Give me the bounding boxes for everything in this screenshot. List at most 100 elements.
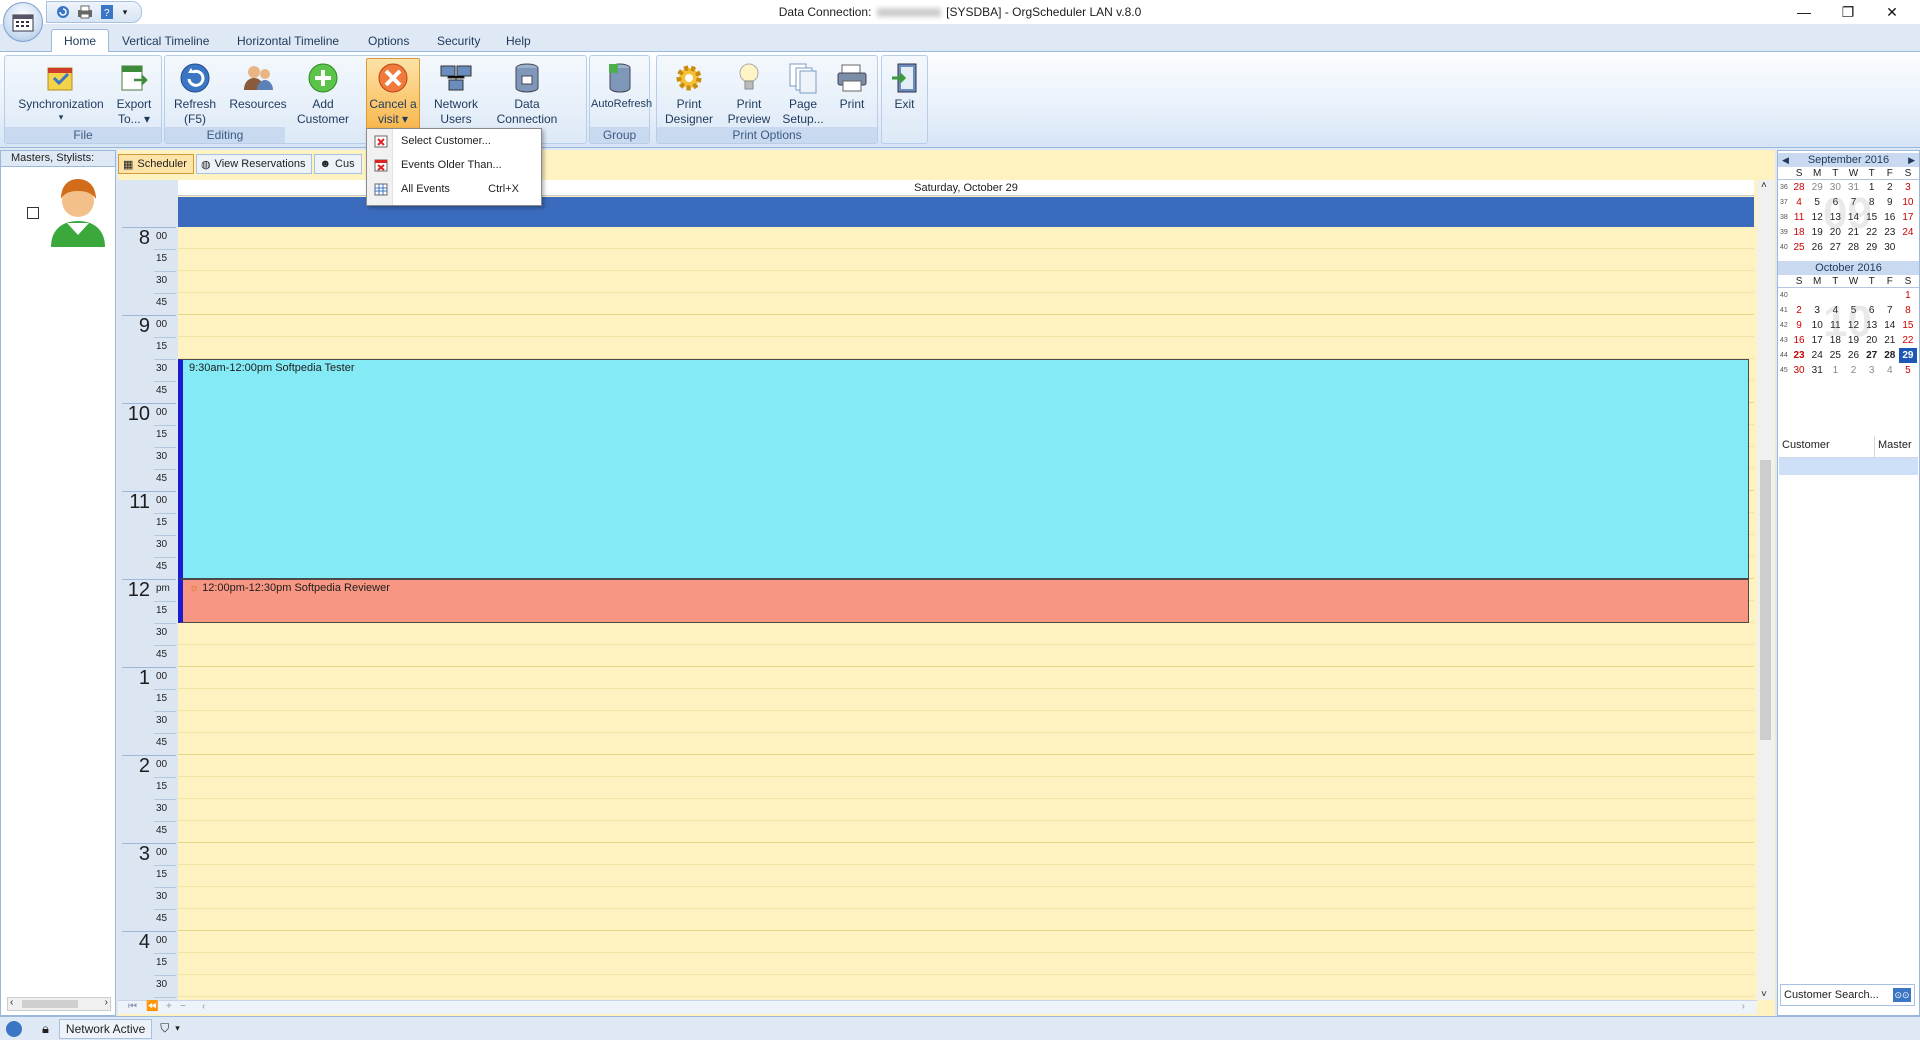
time-slot[interactable]	[178, 667, 1754, 689]
nav-remove-icon[interactable]: −	[180, 1001, 186, 1012]
time-slot[interactable]	[178, 865, 1754, 887]
time-slot[interactable]	[178, 711, 1754, 733]
calendar-day[interactable]: 24	[1899, 225, 1917, 240]
calendar-day[interactable]: 27	[1863, 348, 1881, 363]
calendar-day[interactable]: 2	[1844, 363, 1862, 378]
column-master[interactable]: Master	[1875, 436, 1918, 457]
time-slot[interactable]	[178, 843, 1754, 865]
refresh-status-icon[interactable]	[6, 1020, 22, 1037]
time-slot[interactable]	[178, 887, 1754, 909]
calendar-day[interactable]: 15	[1899, 318, 1917, 333]
calendar-day[interactable]: 10	[1899, 195, 1917, 210]
calendar-day[interactable]: 30	[1790, 363, 1808, 378]
shield-icon[interactable]: ⛉	[160, 1021, 169, 1036]
scroll-right-icon[interactable]: ›	[1742, 1001, 1745, 1012]
scroll-thumb[interactable]	[1760, 460, 1771, 740]
scheduler-vertical-scrollbar[interactable]: ˄ ˅	[1757, 180, 1774, 1000]
refresh-button[interactable]: Refresh (F5)	[169, 59, 221, 129]
nav-add-icon[interactable]: +	[166, 1001, 172, 1012]
calendar-day[interactable]: 4	[1790, 195, 1808, 210]
time-slot[interactable]	[178, 689, 1754, 711]
calendar-day[interactable]: 22	[1899, 333, 1917, 348]
calendar-day[interactable]: 15	[1863, 210, 1881, 225]
exit-button[interactable]: Exit	[882, 59, 927, 129]
calendar-day[interactable]: 9	[1881, 195, 1899, 210]
next-month-icon[interactable]: ▶	[1908, 153, 1915, 167]
tab-scheduler[interactable]: ▦ Scheduler	[118, 154, 194, 174]
nav-first-icon[interactable]: ⏮	[128, 1001, 137, 1012]
application-menu-button[interactable]	[3, 2, 43, 42]
time-grid[interactable]: 9:30am-12:00pm Softpedia Tester ☼ 12:00pm…	[178, 227, 1754, 1000]
calendar-day[interactable]: 3	[1808, 303, 1826, 318]
close-button[interactable]: ✕	[1870, 0, 1914, 24]
add-customer-button[interactable]: Add Customer	[293, 59, 353, 129]
calendar-day[interactable]: 11	[1826, 318, 1844, 333]
calendar-day[interactable]: 30	[1826, 180, 1844, 195]
appointment-softpedia-tester[interactable]: 9:30am-12:00pm Softpedia Tester	[178, 359, 1749, 579]
cancel-visit-button[interactable]: Cancel a visit ▾	[366, 58, 420, 132]
tab-view-reservations[interactable]: ◍ View Reservations	[195, 154, 313, 174]
appointment-softpedia-reviewer[interactable]: ☼ 12:00pm-12:30pm Softpedia Reviewer	[178, 579, 1749, 623]
calendar-day[interactable]: 28	[1881, 348, 1899, 363]
tab-security[interactable]: Security	[425, 31, 492, 52]
calendar-day[interactable]: 1	[1899, 288, 1917, 303]
table-row[interactable]	[1779, 458, 1918, 476]
time-slot[interactable]	[178, 799, 1754, 821]
calendar-day[interactable]: 24	[1808, 348, 1826, 363]
tab-horizontal-timeline[interactable]: Horizontal Timeline	[225, 31, 351, 52]
calendar-day[interactable]: 9	[1790, 318, 1808, 333]
tab-help[interactable]: Help	[494, 31, 543, 52]
calendar-day[interactable]: 28	[1790, 180, 1808, 195]
calendar-day[interactable]: 3	[1899, 180, 1917, 195]
time-slot[interactable]	[178, 315, 1754, 337]
time-slot[interactable]	[178, 623, 1754, 645]
calendar-day[interactable]: 3	[1863, 363, 1881, 378]
calendar-day[interactable]: 26	[1844, 348, 1862, 363]
calendar-day[interactable]: 26	[1808, 240, 1826, 255]
calendar-day[interactable]: 8	[1863, 195, 1881, 210]
calendar-day[interactable]: 17	[1808, 333, 1826, 348]
calendar-day[interactable]: 1	[1863, 180, 1881, 195]
calendar-day[interactable]: 5	[1844, 303, 1862, 318]
calendar-day[interactable]: 31	[1844, 180, 1862, 195]
scroll-left-icon[interactable]: ‹	[202, 1001, 205, 1012]
time-slot[interactable]	[178, 975, 1754, 997]
chevron-down-icon[interactable]: ▾	[175, 1023, 180, 1034]
customer-search-box[interactable]: Customer Search... ⊙⊙	[1780, 984, 1915, 1006]
time-slot[interactable]	[178, 953, 1754, 975]
calendar-day[interactable]: 31	[1808, 363, 1826, 378]
calendar-day[interactable]: 28	[1844, 240, 1862, 255]
page-setup-button[interactable]: Page Setup...	[775, 59, 831, 129]
master-checkbox[interactable]	[27, 207, 39, 219]
print-button[interactable]: Print	[827, 59, 877, 129]
calendar-day[interactable]: 1	[1826, 363, 1844, 378]
calendar-day[interactable]: 18	[1826, 333, 1844, 348]
calendar-day-selected[interactable]: 29	[1898, 348, 1917, 363]
time-slot[interactable]	[178, 909, 1754, 931]
menu-item-events-older-than[interactable]: Events Older Than...	[367, 153, 541, 177]
calendar-day[interactable]: 2	[1790, 303, 1808, 318]
calendar-day[interactable]: 22	[1863, 225, 1881, 240]
data-connection-button[interactable]: Data Connection	[494, 59, 560, 129]
print-preview-button[interactable]: Print Preview	[719, 59, 779, 129]
calendar-day[interactable]: 23	[1881, 225, 1899, 240]
calendar-day[interactable]: 19	[1844, 333, 1862, 348]
calendar-day[interactable]: 19	[1808, 225, 1826, 240]
time-slot[interactable]	[178, 227, 1754, 249]
calendar-day[interactable]: 14	[1844, 210, 1862, 225]
calendar-day[interactable]: 7	[1844, 195, 1862, 210]
menu-item-all-events[interactable]: All Events Ctrl+X	[367, 177, 541, 201]
calendar-day[interactable]: 23	[1790, 348, 1808, 363]
scroll-thumb[interactable]	[22, 1000, 78, 1008]
calendar-day[interactable]: 2	[1881, 180, 1899, 195]
calendar-day[interactable]: 11	[1790, 210, 1808, 225]
time-slot[interactable]	[178, 755, 1754, 777]
calendar-day[interactable]: 13	[1863, 318, 1881, 333]
refresh-quick-button[interactable]	[53, 3, 73, 21]
masters-horizontal-scrollbar[interactable]: ‹ ›	[7, 997, 111, 1011]
calendar-day[interactable]: 20	[1863, 333, 1881, 348]
calendar-day[interactable]: 13	[1826, 210, 1844, 225]
calendar-day[interactable]: 21	[1881, 333, 1899, 348]
autorefresh-button[interactable]: AutoRefresh	[591, 59, 652, 129]
minimize-button[interactable]: —	[1782, 0, 1826, 24]
